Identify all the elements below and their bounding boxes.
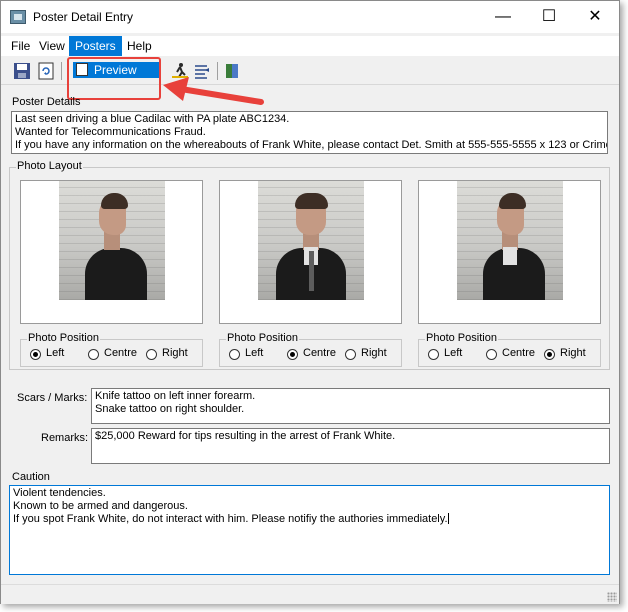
menu-view[interactable]: View	[33, 36, 71, 56]
poster-details-textarea[interactable]: Last seen driving a blue Cadilac with PA…	[11, 111, 608, 154]
poster-detail-window: Poster Detail Entry — ☐ ✕ File View Post…	[0, 0, 620, 604]
poster-details-label: Poster Details	[12, 96, 81, 108]
photo-layout-label: Photo Layout	[16, 160, 83, 172]
preview-highlight-box	[67, 57, 161, 100]
scars-marks-line: Knife tattoo on left inner forearm.	[95, 390, 256, 402]
radio-left-1[interactable]	[30, 349, 41, 360]
status-bar	[1, 584, 619, 604]
photo-layout-group: Photo Layout Photo Position Left Centre …	[9, 160, 610, 370]
radio-centre-1[interactable]	[88, 349, 99, 360]
resize-grip-icon[interactable]	[607, 592, 617, 602]
scars-marks-label: Scars / Marks:	[17, 392, 88, 404]
photo-position-group-1: Photo Position Left Centre Right	[20, 332, 203, 367]
annotation-arrow-icon	[163, 77, 264, 105]
radio-left-label: Left	[444, 347, 463, 359]
window-title: Poster Detail Entry	[33, 10, 134, 24]
menu-file[interactable]: File	[5, 36, 36, 56]
radio-right-label: Right	[560, 347, 586, 359]
scars-marks-line: Snake tattoo on right shoulder.	[95, 403, 245, 415]
radio-centre-label: Centre	[104, 347, 138, 359]
maximize-button[interactable]: ☐	[526, 1, 572, 33]
remarks-textarea[interactable]: $25,000 Reward for tips resulting in the…	[91, 428, 610, 464]
radio-right-2[interactable]	[345, 349, 356, 360]
menu-bar: File View Posters Help	[1, 36, 619, 56]
text-caret	[447, 513, 449, 524]
photo-position-label: Photo Position	[425, 332, 498, 344]
radio-centre-3[interactable]	[486, 349, 497, 360]
photo-frame-centre[interactable]	[219, 180, 402, 324]
caution-label: Caution	[12, 471, 50, 483]
photo-position-group-3: Photo Position Left Centre Right	[418, 332, 601, 367]
remarks-line: $25,000 Reward for tips resulting in the…	[95, 430, 396, 442]
title-bar: Poster Detail Entry — ☐ ✕	[1, 1, 619, 33]
radio-left-2[interactable]	[229, 349, 240, 360]
radio-centre-2[interactable]	[287, 349, 298, 360]
radio-centre-label: Centre	[502, 347, 536, 359]
scars-marks-textarea[interactable]: Knife tattoo on left inner forearm. Snak…	[91, 388, 610, 424]
toolbar-separator	[61, 62, 62, 80]
radio-right-3[interactable]	[544, 349, 555, 360]
radio-left-label: Left	[46, 347, 65, 359]
mugshot-photo-front	[257, 181, 364, 300]
menu-help[interactable]: Help	[121, 36, 158, 56]
mugshot-photo-profile-left	[58, 181, 165, 300]
refresh-icon[interactable]	[37, 62, 55, 80]
app-icon	[10, 10, 26, 24]
save-icon[interactable]	[13, 62, 31, 80]
poster-details-line: Wanted for Telecommunications Fraud.	[15, 126, 206, 138]
poster-details-line: Last seen driving a blue Cadilac with PA…	[15, 113, 290, 125]
radio-right-1[interactable]	[146, 349, 157, 360]
radio-left-3[interactable]	[428, 349, 439, 360]
photo-position-label: Photo Position	[27, 332, 100, 344]
photo-frame-right[interactable]	[418, 180, 601, 324]
caution-textarea[interactable]: Violent tendencies. Known to be armed an…	[9, 485, 610, 575]
radio-right-label: Right	[162, 347, 188, 359]
radio-left-label: Left	[245, 347, 264, 359]
photo-position-label: Photo Position	[226, 332, 299, 344]
radio-centre-label: Centre	[303, 347, 337, 359]
mugshot-photo-profile-right	[456, 181, 563, 300]
photo-frame-left[interactable]	[20, 180, 203, 324]
remarks-label: Remarks:	[41, 432, 89, 444]
caution-line: Violent tendencies.	[13, 487, 106, 499]
caution-line: If you spot Frank White, do not interact…	[13, 513, 448, 525]
poster-details-line: If you have any information on the where…	[15, 139, 608, 151]
menu-posters[interactable]: Posters	[69, 36, 122, 56]
photo-position-group-2: Photo Position Left Centre Right	[219, 332, 402, 367]
radio-right-label: Right	[361, 347, 387, 359]
minimize-button[interactable]: —	[480, 1, 526, 33]
caution-line: Known to be armed and dangerous.	[13, 500, 188, 512]
close-button[interactable]: ✕	[572, 1, 618, 33]
